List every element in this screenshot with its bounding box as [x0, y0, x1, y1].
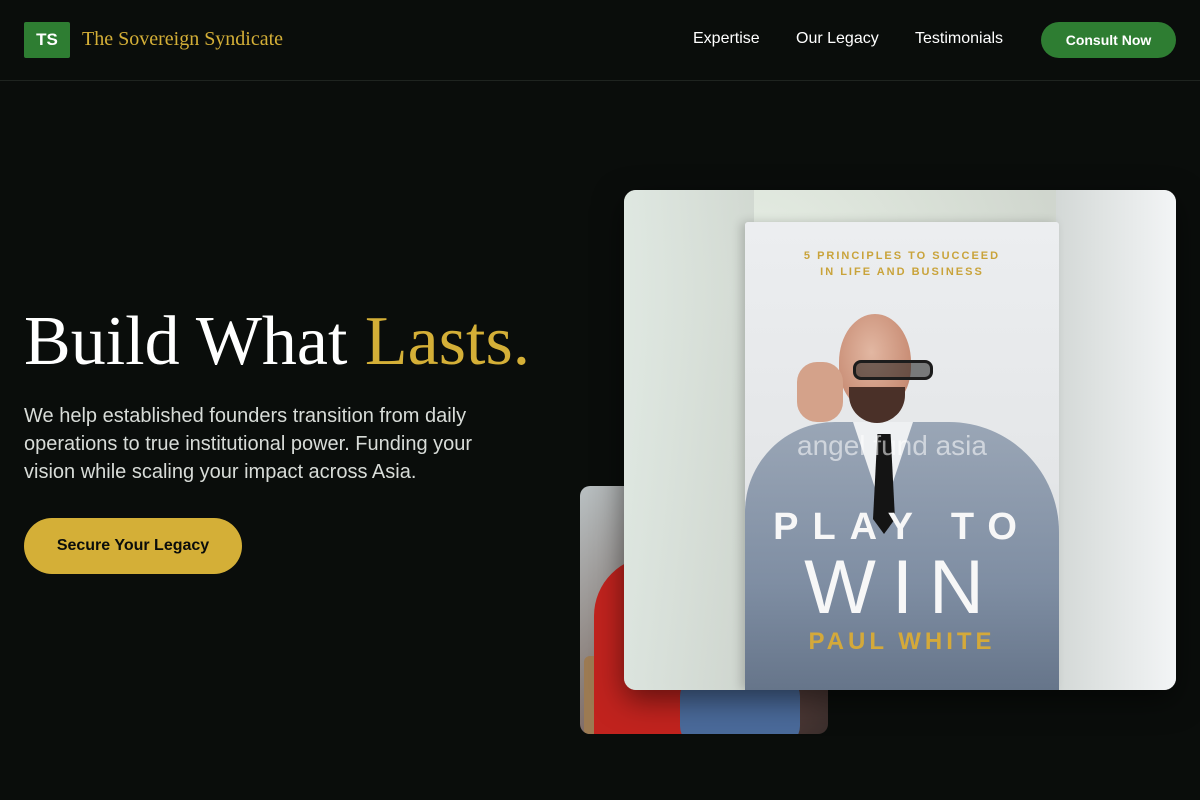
hero-title: Build What Lasts. [24, 302, 530, 382]
photo-background-left [624, 190, 754, 690]
hero-description: We help established founders transition … [24, 405, 473, 483]
brand-name[interactable]: The Sovereign Syndicate [82, 28, 283, 51]
site-header: TS The Sovereign Syndicate Expertise Our… [0, 0, 1200, 81]
book-tagline: 5 PRINCIPLES TO SUCCEED IN LIFE AND BUSI… [745, 248, 1059, 280]
book-watermark: angel fund asia [797, 430, 987, 461]
book-title-line2: WIN [804, 545, 1000, 630]
book-author-hand [797, 362, 843, 422]
book-author-name: PAUL WHITE [808, 628, 996, 655]
book-cover: 5 PRINCIPLES TO SUCCEED IN LIFE AND BUSI… [745, 222, 1059, 690]
consult-now-button[interactable]: Consult Now [1041, 22, 1176, 58]
book-author-glasses [853, 360, 933, 380]
nav-link-expertise[interactable]: Expertise [693, 30, 760, 48]
book-tagline-line2: IN LIFE AND BUSINESS [820, 266, 984, 278]
book-author-beard [849, 387, 905, 423]
book-photo: 5 PRINCIPLES TO SUCCEED IN LIFE AND BUSI… [624, 190, 1176, 690]
book-tagline-line1: 5 PRINCIPLES TO SUCCEED [803, 250, 1001, 262]
photo-background-right [1056, 190, 1176, 690]
nav-link-testimonials[interactable]: Testimonials [915, 30, 1003, 48]
hero-title-main: Build What [24, 303, 365, 380]
book-title-line1: PLAY TO [773, 506, 1031, 548]
hero-title-accent: Lasts. [364, 303, 531, 380]
secure-legacy-button[interactable]: Secure Your Legacy [24, 518, 242, 574]
nav-link-our-legacy[interactable]: Our Legacy [796, 30, 879, 48]
logo-badge[interactable]: TS [24, 22, 70, 58]
